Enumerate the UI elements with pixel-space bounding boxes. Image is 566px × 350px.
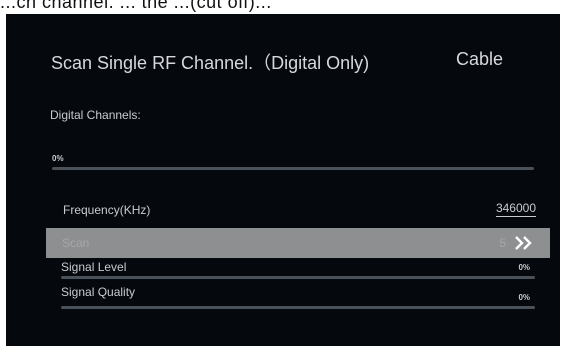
frequency-input[interactable]: 346000 — [495, 201, 536, 217]
tuner-mode: Cable — [456, 49, 504, 69]
signal-level-label: Signal Level — [61, 260, 127, 274]
digital-channels-label: Digital Channels: — [50, 108, 141, 122]
scan-panel: Scan Single RF Channel.（Digital Only) Ca… — [6, 14, 560, 346]
signal-quality-percent: 0% — [518, 293, 530, 302]
signal-level-bar — [61, 276, 535, 279]
scan-label: Scan — [62, 236, 90, 250]
digital-channels-progress-text: 0% — [52, 154, 64, 163]
signal-level-percent: 0% — [518, 263, 530, 272]
frequency-label: Frequency(KHz) — [63, 203, 151, 217]
digital-channels-progress-bar — [52, 167, 534, 170]
scan-value: 5 — [499, 236, 506, 250]
cropped-top-text-strip: ...ch channel. ... the ...(cut off)... — [0, 0, 566, 14]
signal-quality-bar — [61, 306, 535, 309]
cropped-text: ...ch channel. ... the ...(cut off)... — [0, 0, 272, 12]
double-chevron-right-icon — [515, 236, 532, 250]
scan-button[interactable]: Scan 5 — [46, 228, 550, 258]
signal-quality-label: Signal Quality — [61, 285, 136, 299]
page-title: Scan Single RF Channel.（Digital Only) — [51, 53, 370, 73]
